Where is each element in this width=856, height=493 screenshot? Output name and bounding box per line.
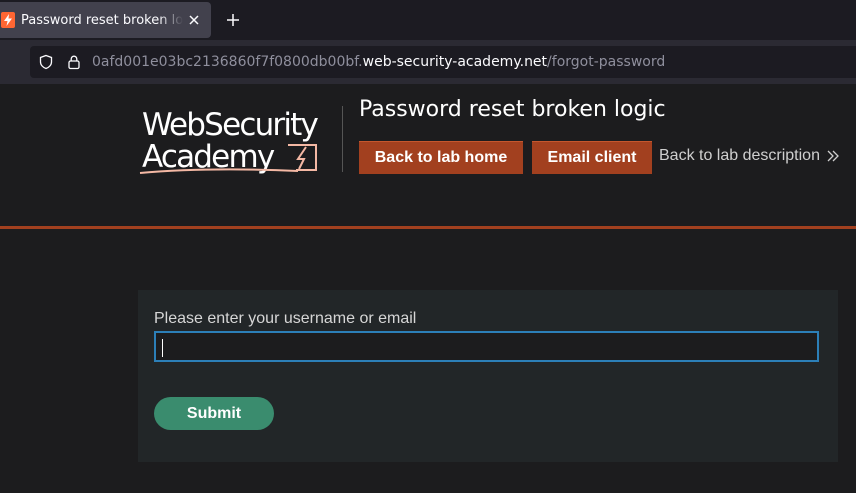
url-host: web-security-academy.net [362, 54, 548, 70]
close-tab-icon[interactable] [185, 11, 203, 29]
double-chevron-right-icon [826, 150, 840, 162]
header-divider [0, 226, 856, 229]
logo-text-line1: WebSecurity [142, 107, 319, 143]
browser-tab[interactable]: Password reset broken logic [0, 2, 211, 38]
url-path: /forgot-password [547, 54, 666, 70]
url-text[interactable]: 0afd001e03bc2136860f7f0800db00bf.web-sec… [92, 54, 665, 70]
browser-tab-strip: Password reset broken logic [0, 0, 856, 40]
web-security-academy-logo[interactable]: WebSecurity Academy [138, 104, 343, 178]
text-cursor [162, 339, 163, 357]
username-email-label: Please enter your username or email [154, 310, 417, 327]
logo-bolt-icon [296, 146, 307, 170]
new-tab-icon[interactable] [224, 11, 242, 29]
username-email-input[interactable] [154, 331, 819, 362]
tab-title: Password reset broken logic [21, 12, 183, 28]
forgot-password-form: Please enter your username or email Subm… [138, 290, 838, 462]
lab-favicon-icon [1, 12, 15, 28]
back-to-lab-home-button[interactable]: Back to lab home [359, 141, 523, 174]
lab-title: Password reset broken logic [359, 97, 666, 122]
back-to-lab-description-link[interactable]: Back to lab description [659, 147, 840, 165]
email-client-button[interactable]: Email client [532, 141, 652, 174]
url-subdomain: 0afd001e03bc2136860f7f0800db00bf. [92, 54, 363, 70]
submit-button[interactable]: Submit [154, 397, 274, 430]
address-bar[interactable]: 0afd001e03bc2136860f7f0800db00bf.web-sec… [30, 46, 856, 78]
description-link-label: Back to lab description [659, 147, 820, 164]
lock-icon[interactable] [66, 54, 82, 70]
shield-icon[interactable] [38, 54, 54, 70]
logo-divider [342, 106, 343, 172]
browser-nav-bar: 0afd001e03bc2136860f7f0800db00bf.web-sec… [0, 40, 856, 84]
logo-bolt-box [288, 144, 317, 171]
